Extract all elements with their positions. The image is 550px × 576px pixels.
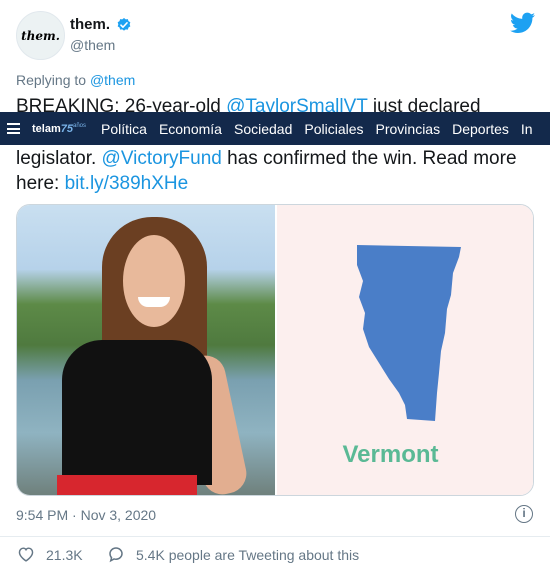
logo-text: telam	[32, 122, 61, 135]
info-icon[interactable]: i	[515, 505, 533, 523]
short-url-link[interactable]: bit.ly/389hXHe	[65, 173, 189, 194]
photo-taylor-small[interactable]	[17, 205, 275, 495]
tweet-line2-prefix: legislator.	[16, 148, 102, 169]
handle[interactable]: @them	[70, 37, 115, 53]
twitter-bird-icon[interactable]	[510, 12, 535, 34]
replying-to: Replying to @them	[16, 72, 135, 88]
avatar-logo-text: them.	[21, 28, 60, 43]
timestamp[interactable]: 9:54 PM · Nov 3, 2020	[16, 507, 156, 523]
nav-item-politica[interactable]: Política	[101, 121, 147, 137]
nav-item-economia[interactable]: Economía	[159, 121, 222, 137]
avatar[interactable]: them.	[16, 11, 65, 60]
tweet-line2-suffix: has confirmed the win. Read more	[221, 148, 517, 169]
nav-item-provincias[interactable]: Provincias	[376, 121, 441, 137]
speech-bubble-icon[interactable]	[107, 545, 125, 563]
nav-item-policiales[interactable]: Policiales	[304, 121, 363, 137]
overlay-navbar: telam75años Política Economía Sociedad P…	[0, 112, 550, 145]
media-card[interactable]: Vermont	[16, 204, 534, 496]
hamburger-icon[interactable]	[7, 123, 20, 134]
tweet-text-line-2: legislator. @VictoryFund has confirmed t…	[16, 148, 517, 170]
logo-number: 75	[60, 122, 73, 135]
display-name[interactable]: them.	[70, 16, 110, 33]
replying-prefix: Replying to	[16, 72, 90, 88]
like-count[interactable]: 21.3K	[46, 547, 83, 563]
vermont-state-shape	[357, 245, 461, 421]
replying-handle-link[interactable]: @them	[90, 72, 135, 88]
tweeting-about-this-link[interactable]: 5.4K people are Tweeting about this	[136, 547, 359, 563]
tweet-line3-prefix: here:	[16, 173, 65, 194]
telam-logo[interactable]: telam75años	[32, 123, 86, 135]
heart-icon[interactable]	[17, 546, 35, 562]
verified-icon	[117, 18, 131, 31]
divider-line	[0, 536, 550, 537]
vermont-map-image[interactable]: Vermont	[277, 205, 533, 495]
nav-item-sociedad[interactable]: Sociedad	[234, 121, 292, 137]
nav-item-deportes[interactable]: Deportes	[452, 121, 509, 137]
mention-victoryfund-link[interactable]: @VictoryFund	[102, 148, 222, 169]
nav-item-partial[interactable]: In	[521, 121, 533, 137]
tweet-text-line-3: here: bit.ly/389hXHe	[16, 173, 188, 195]
logo-sub: años	[73, 122, 87, 129]
vermont-label: Vermont	[342, 441, 439, 468]
